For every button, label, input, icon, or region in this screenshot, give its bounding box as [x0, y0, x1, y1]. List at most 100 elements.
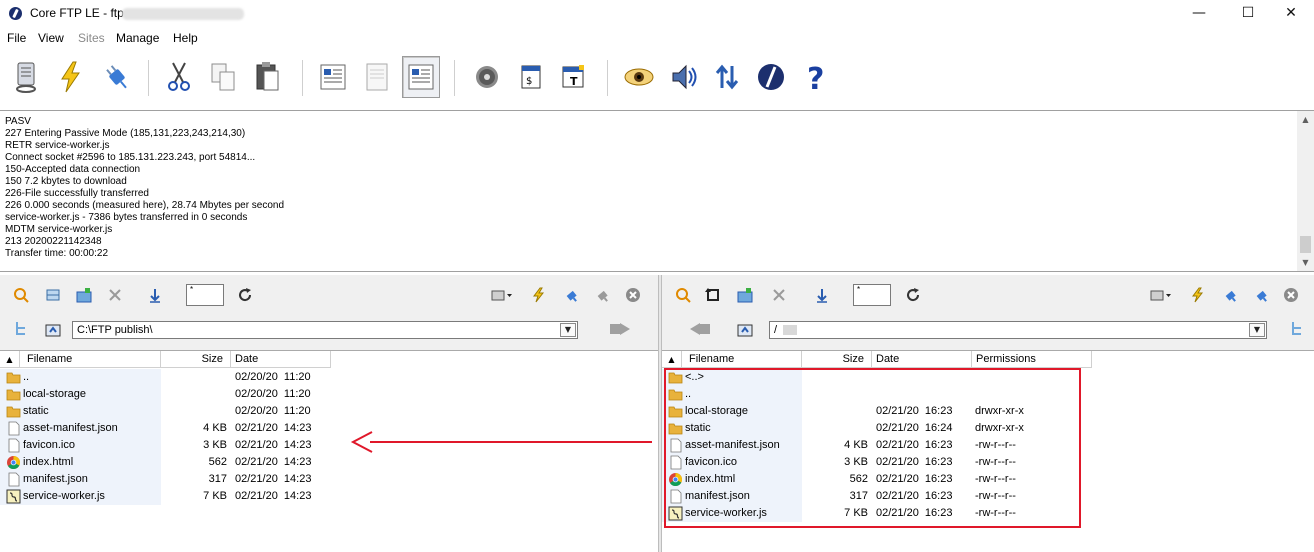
remote-filter-input[interactable]: * — [853, 284, 891, 306]
about-button[interactable] — [752, 56, 790, 98]
plug-icon — [566, 290, 577, 302]
back-arrow-icon — [690, 323, 710, 335]
chevron-down-icon[interactable]: ▼ — [1249, 323, 1265, 337]
chevron-down-icon[interactable]: ▼ — [560, 323, 576, 337]
local-path-input[interactable]: C:\FTP publish\ ▼ — [72, 321, 578, 339]
log-line: 150-Accepted data connection — [5, 164, 141, 175]
up-folder-icon — [737, 324, 753, 337]
file-date: 02/21/20 16:23 — [876, 507, 953, 519]
local-col-size[interactable]: Size — [161, 351, 231, 368]
folder-icon — [668, 370, 683, 385]
remote-reload-button[interactable] — [902, 285, 924, 305]
remote-connect-button[interactable] — [1187, 285, 1209, 305]
file-size: 7 KB — [844, 507, 868, 519]
local-refresh-view-button[interactable] — [42, 285, 64, 305]
sound-button[interactable] — [665, 56, 703, 98]
file-date: 02/21/20 16:24 — [876, 422, 953, 434]
remote-plug-button[interactable] — [1219, 285, 1241, 305]
scripts-icon: $ — [521, 65, 541, 89]
remote-panel: * / ▼ ▲ Filename Size Date Permissions <… — [662, 275, 1314, 552]
local-unplug-button[interactable] — [591, 285, 613, 305]
svg-text:T: T — [570, 75, 578, 88]
log-scrollbar[interactable]: ▲ ▼ — [1297, 111, 1314, 271]
local-col-date[interactable]: Date — [231, 351, 331, 368]
site-manager-button[interactable] — [8, 56, 46, 98]
remote-col-date[interactable]: Date — [872, 351, 972, 368]
menu-sites[interactable]: Sites — [78, 31, 105, 45]
scripts-button[interactable]: $ — [512, 56, 550, 98]
log-line: 227 Entering Passive Mode (185,131,223,2… — [5, 128, 246, 139]
remote-unplug-button[interactable] — [1250, 285, 1272, 305]
select-all-header[interactable]: ▲ — [662, 351, 682, 368]
file-date: 02/21/20 14:23 — [235, 473, 312, 485]
settings-button[interactable] — [468, 56, 506, 98]
remote-up-folder-button[interactable] — [734, 319, 756, 339]
scroll-up-icon[interactable]: ▲ — [1297, 111, 1314, 128]
remote-search-button[interactable] — [672, 285, 694, 305]
local-plug-button[interactable] — [560, 285, 582, 305]
cut-button[interactable] — [160, 56, 198, 98]
local-delete-button[interactable] — [104, 285, 126, 305]
scroll-thumb[interactable] — [1300, 236, 1311, 253]
local-close-button[interactable] — [622, 285, 644, 305]
transfer-button[interactable] — [708, 56, 746, 98]
menu-view[interactable]: View — [38, 31, 64, 45]
remote-path-input[interactable]: / ▼ — [769, 321, 1267, 339]
svg-text:$: $ — [526, 76, 532, 87]
remote-new-folder-button[interactable] — [734, 285, 756, 305]
remote-tree-button[interactable] — [1286, 319, 1308, 339]
blank-page-button[interactable] — [358, 56, 396, 98]
quick-connect-button[interactable] — [52, 56, 90, 98]
menu-help[interactable]: Help — [173, 31, 198, 45]
log-view-button[interactable] — [314, 56, 352, 98]
file-date: 02/21/20 14:23 — [235, 456, 312, 468]
local-col-filename[interactable]: Filename — [20, 351, 161, 368]
local-reload-button[interactable] — [234, 285, 256, 305]
local-tree-button[interactable] — [10, 319, 32, 339]
remote-col-filename[interactable]: Filename — [682, 351, 802, 368]
select-all-header[interactable]: ▲ — [0, 351, 20, 368]
remote-go-button[interactable] — [686, 319, 714, 339]
app-logo-icon — [9, 7, 22, 20]
maximize-button[interactable]: ☐ — [1225, 0, 1271, 28]
log-line: 226-File successfully transferred — [5, 188, 149, 199]
plug-blue-icon — [1256, 290, 1267, 302]
local-up-folder-button[interactable] — [42, 319, 64, 339]
disconnect-button[interactable] — [98, 56, 136, 98]
copy-button[interactable] — [204, 56, 242, 98]
folder-icon — [668, 421, 683, 436]
remote-delete-button[interactable] — [768, 285, 790, 305]
remote-transfer-button[interactable] — [811, 285, 833, 305]
close-button[interactable]: ✕ — [1268, 0, 1314, 28]
local-filter-input[interactable]: * — [186, 284, 224, 306]
local-transfer-button[interactable] — [144, 285, 166, 305]
file-date: 02/21/20 16:23 — [876, 405, 953, 417]
view-button[interactable] — [620, 56, 658, 98]
local-search-button[interactable] — [10, 285, 32, 305]
text-view-button[interactable] — [402, 56, 440, 98]
unplug-icon — [597, 290, 608, 302]
file-size: 4 KB — [844, 439, 868, 451]
local-new-folder-button[interactable] — [73, 285, 95, 305]
paste-button[interactable] — [248, 56, 286, 98]
local-connect-button[interactable] — [528, 285, 550, 305]
file-name-cell: favicon.ico — [0, 437, 161, 454]
remote-col-permissions[interactable]: Permissions — [972, 351, 1092, 368]
local-go-button[interactable] — [606, 319, 634, 339]
remote-drive-button[interactable] — [1150, 285, 1172, 305]
quick-connect-icon — [61, 61, 80, 93]
grid-view-icon — [46, 289, 60, 301]
help-button[interactable]: ? — [796, 56, 834, 98]
disconnect-icon — [106, 65, 127, 89]
chrome-icon — [6, 455, 21, 470]
terminal-button[interactable]: T — [554, 56, 592, 98]
scroll-down-icon[interactable]: ▼ — [1297, 254, 1314, 271]
minimize-button[interactable]: — — [1176, 0, 1222, 28]
local-drive-button[interactable] — [491, 285, 513, 305]
menu-file[interactable]: File — [7, 31, 26, 45]
remote-sync-button[interactable] — [702, 285, 724, 305]
menu-manage[interactable]: Manage — [116, 31, 159, 45]
remote-col-size[interactable]: Size — [802, 351, 872, 368]
remote-close-button[interactable] — [1280, 285, 1302, 305]
lightning-icon — [1192, 287, 1204, 303]
